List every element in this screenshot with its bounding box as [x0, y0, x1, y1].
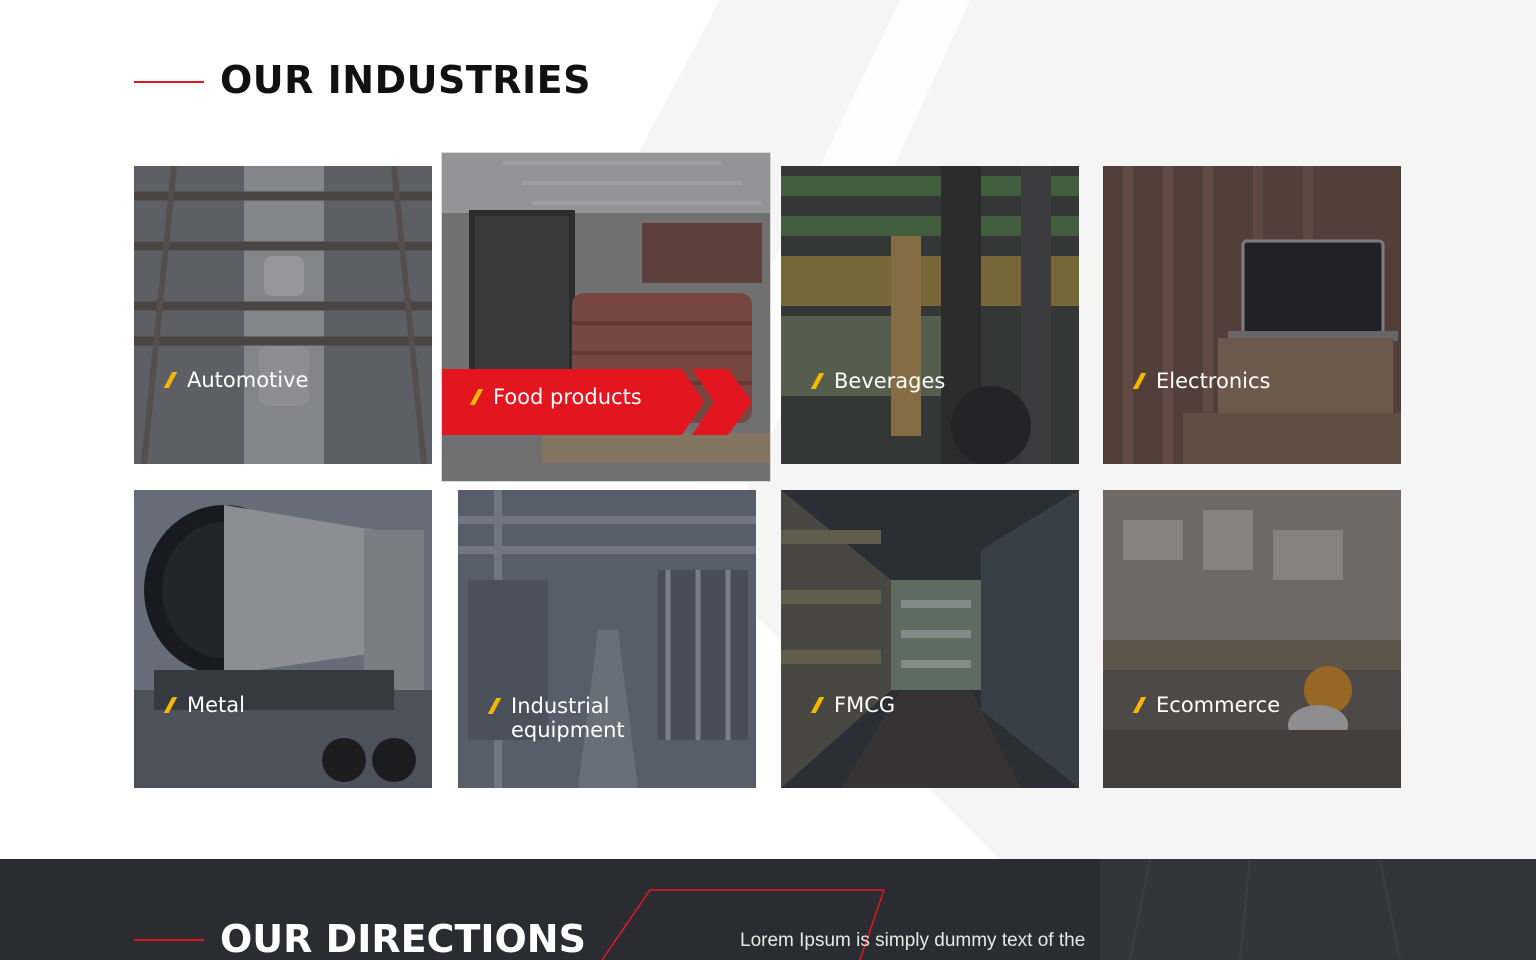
industry-label-beverages: Beverages — [809, 369, 945, 393]
slash-icon — [810, 697, 825, 713]
industry-label-food-products: Food products — [468, 385, 642, 409]
industry-tile-automotive[interactable]: Automotive — [134, 166, 432, 464]
slash-icon — [163, 697, 178, 713]
slash-icon — [1132, 373, 1147, 389]
directions-heading: OUR DIRECTIONS — [134, 917, 586, 960]
industry-tile-food-products[interactable]: Food products — [442, 153, 770, 481]
industry-tile-metal[interactable]: Metal — [134, 490, 432, 788]
industry-tile-electronics[interactable]: Electronics — [1103, 166, 1401, 464]
slash-icon — [469, 389, 484, 405]
industry-label-ecommerce: Ecommerce — [1131, 693, 1280, 717]
heading-accent-line — [134, 81, 204, 83]
industry-tile-ecommerce[interactable]: Ecommerce — [1103, 490, 1401, 788]
page-title: OUR INDUSTRIES — [220, 58, 592, 102]
slash-icon — [810, 373, 825, 389]
directions-text: Lorem Ipsum is simply dummy text of the — [740, 930, 1086, 951]
industry-tile-fmcg[interactable]: FMCG — [781, 490, 1079, 788]
slash-icon — [487, 698, 502, 714]
industry-label-metal: Metal — [162, 693, 245, 717]
slash-icon — [163, 372, 178, 388]
industry-label-automotive: Automotive — [162, 368, 308, 392]
industry-tile-beverages[interactable]: Beverages — [781, 166, 1079, 464]
industries-heading: OUR INDUSTRIES — [134, 58, 591, 102]
directions-section: OUR DIRECTIONS Lorem Ipsum is simply dum… — [0, 859, 1536, 960]
industry-label-fmcg: FMCG — [809, 693, 895, 717]
active-ribbon: Food products — [442, 369, 752, 435]
industry-tile-industrial-equipment[interactable]: Industrial equipment — [458, 490, 756, 788]
industry-label-industrial-equipment: Industrial equipment — [486, 694, 625, 742]
heading-accent-line — [134, 939, 204, 941]
slash-icon — [1132, 697, 1147, 713]
industry-label-electronics: Electronics — [1131, 369, 1270, 393]
section-title: OUR DIRECTIONS — [220, 917, 586, 960]
